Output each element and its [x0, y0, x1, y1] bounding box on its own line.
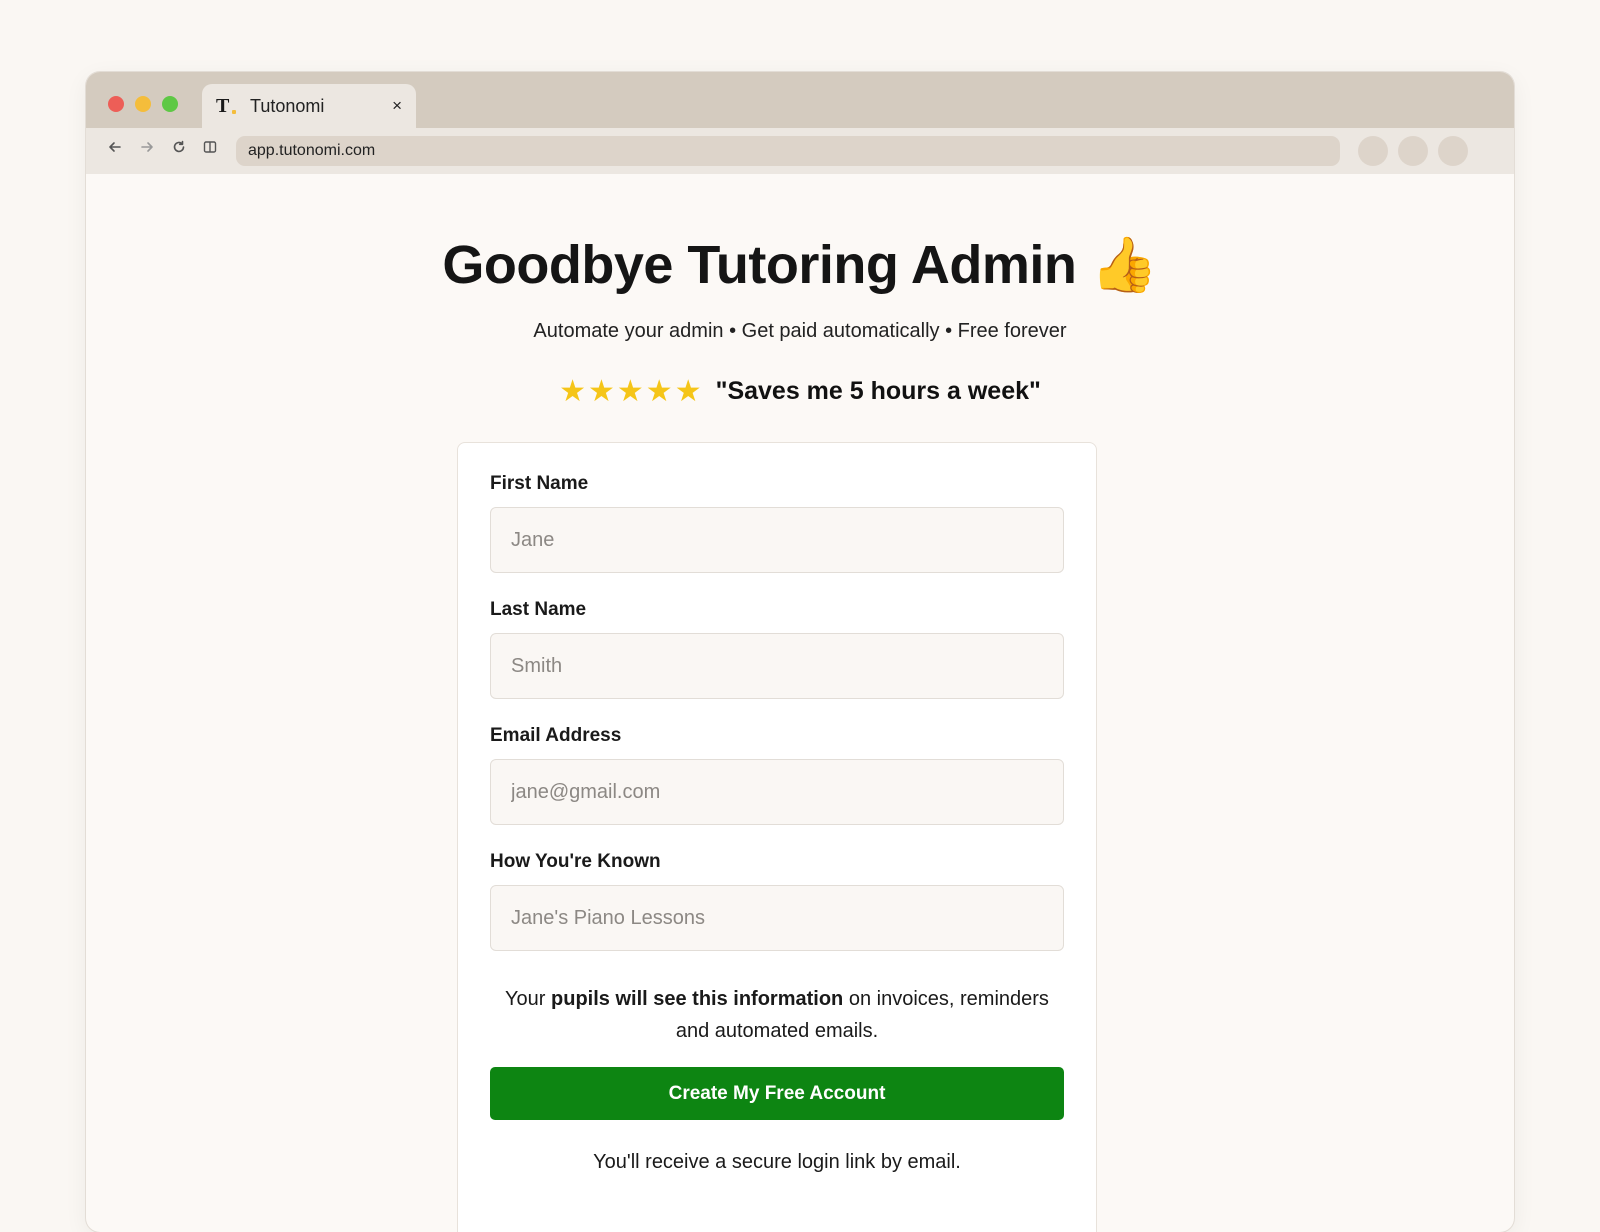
- last-name-label: Last Name: [490, 599, 587, 620]
- browser-tab[interactable]: T Tutonomi ×: [202, 84, 416, 128]
- email-field[interactable]: [490, 759, 1064, 825]
- back-arrow-icon[interactable]: [104, 139, 126, 161]
- create-account-button[interactable]: Create My Free Account: [490, 1067, 1064, 1120]
- email-label: Email Address: [490, 725, 622, 746]
- testimonial: ★★★★★ "Saves me 5 hours a week": [86, 374, 1514, 409]
- signup-form-card: First Name Last Name Email Address How Y…: [457, 442, 1097, 1232]
- first-name-field[interactable]: [490, 507, 1064, 573]
- login-link-note: You'll receive a secure login link by em…: [593, 1151, 961, 1173]
- notice-text: Your: [505, 988, 552, 1010]
- tutonomi-logo-icon: T: [216, 96, 236, 116]
- browser-toolbar: app.tutonomi.com: [86, 128, 1514, 174]
- profile-icon[interactable]: [1438, 136, 1468, 166]
- forward-arrow-icon[interactable]: [136, 139, 158, 161]
- minimize-window-button[interactable]: [135, 96, 151, 112]
- page-content: Goodbye Tutoring Admin 👍 Automate your a…: [86, 174, 1514, 1232]
- page-subtitle: Automate your admin • Get paid automatic…: [533, 320, 1067, 342]
- visibility-notice: Your pupils will see this information on…: [490, 983, 1064, 1047]
- page-title: Goodbye Tutoring Admin 👍: [442, 235, 1158, 295]
- known-as-label: How You're Known: [490, 851, 661, 872]
- title-bar: T Tutonomi ×: [86, 72, 1514, 128]
- last-name-field[interactable]: [490, 633, 1064, 699]
- tab-title: Tutonomi: [250, 95, 325, 116]
- reader-icon[interactable]: [199, 139, 221, 161]
- extension-icon[interactable]: [1358, 136, 1388, 166]
- reload-icon[interactable]: [168, 139, 190, 161]
- tab-close-icon[interactable]: ×: [392, 96, 402, 116]
- window-controls: [108, 96, 178, 112]
- notice-emphasis: pupils will see this information: [551, 988, 844, 1010]
- testimonial-quote: "Saves me 5 hours a week": [715, 377, 1041, 405]
- extension-icon[interactable]: [1398, 136, 1428, 166]
- first-name-label: First Name: [490, 473, 589, 494]
- address-bar[interactable]: app.tutonomi.com: [236, 136, 1340, 166]
- zoom-window-button[interactable]: [162, 96, 178, 112]
- close-window-button[interactable]: [108, 96, 124, 112]
- known-as-field[interactable]: [490, 885, 1064, 951]
- browser-window: T Tutonomi × app.tutonomi.com Goodbye Tu…: [86, 72, 1514, 1232]
- star-rating-icon: ★★★★★: [559, 375, 704, 408]
